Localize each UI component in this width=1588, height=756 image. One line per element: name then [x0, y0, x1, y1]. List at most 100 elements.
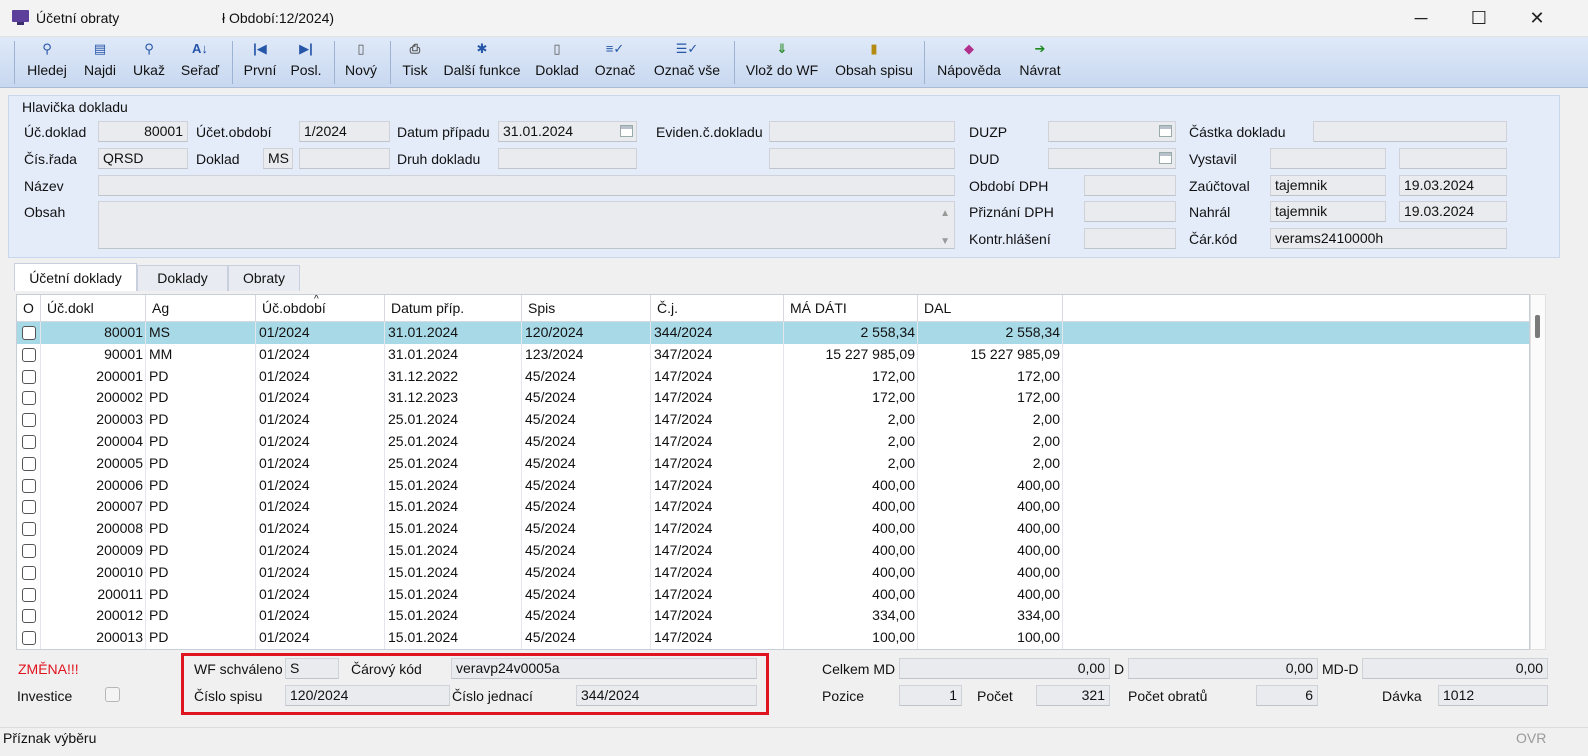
- duzp-field[interactable]: [1048, 121, 1176, 142]
- column-header-ma-dati[interactable]: MÁ DÁTI: [784, 295, 918, 322]
- print-button[interactable]: ⎙ Tisk: [396, 37, 434, 88]
- priznani-dph-field[interactable]: [1084, 201, 1176, 222]
- table-row[interactable]: 200012 PD 01/2024 15.01.2024 45/2024 147/2024…: [17, 605, 1529, 627]
- druh-field[interactable]: [498, 148, 637, 169]
- vystavil-field[interactable]: [1270, 148, 1386, 169]
- column-header-uc-dokl[interactable]: Úč.dokl: [41, 295, 146, 322]
- dud-field[interactable]: [1048, 148, 1176, 169]
- table-row[interactable]: 200001 PD 01/2024 31.12.2022 45/2024 147/2024…: [17, 366, 1529, 388]
- cis-rada-field[interactable]: QRSD: [98, 148, 188, 169]
- eviden-extra-field[interactable]: [769, 148, 955, 169]
- row-checkbox[interactable]: [22, 587, 36, 602]
- davka-field[interactable]: 1012: [1438, 685, 1548, 706]
- row-checkbox[interactable]: [22, 544, 36, 558]
- column-header-spis[interactable]: Spis: [522, 295, 651, 322]
- close-button[interactable]: ✕: [1508, 0, 1566, 37]
- column-header-uc-obdobi[interactable]: Úč.období ^: [256, 295, 385, 322]
- table-row[interactable]: 200004 PD 01/2024 25.01.2024 45/2024 147/2024…: [17, 431, 1529, 453]
- uc-doklad-field[interactable]: 80001: [98, 121, 188, 142]
- row-checkbox[interactable]: [22, 435, 36, 449]
- table-row[interactable]: 200005 PD 01/2024 25.01.2024 45/2024 147/2024…: [17, 453, 1529, 475]
- minimize-button[interactable]: ─: [1392, 0, 1450, 37]
- scroll-down-icon[interactable]: ▼: [940, 232, 950, 248]
- nazev-field[interactable]: [98, 175, 955, 196]
- help-button[interactable]: ◆ Nápověda: [932, 37, 1006, 88]
- document-button[interactable]: ▯ Doklad: [532, 37, 582, 88]
- nahral-date-field[interactable]: 19.03.2024: [1399, 201, 1507, 222]
- row-checkbox[interactable]: [22, 609, 36, 624]
- file-content-button[interactable]: ▮ Obsah spisu: [830, 37, 918, 88]
- calendar-icon[interactable]: [620, 125, 633, 137]
- castka-field[interactable]: [1313, 121, 1507, 142]
- cislo-jednaci-field[interactable]: 344/2024: [576, 685, 757, 706]
- scroll-up-icon[interactable]: ▲: [940, 204, 950, 223]
- table-row[interactable]: 200008 PD 01/2024 15.01.2024 45/2024 147/2024…: [17, 518, 1529, 540]
- tab-ucetni-doklady[interactable]: Účetní doklady: [14, 263, 137, 291]
- calendar-icon[interactable]: [1159, 152, 1172, 164]
- doklad-field[interactable]: MS: [263, 148, 293, 169]
- pocet-obratu-field[interactable]: 6: [1256, 685, 1318, 706]
- tab-doklady[interactable]: Doklady: [137, 265, 228, 291]
- table-row[interactable]: 90001 MM 01/2024 31.01.2024 123/2024 347/2024…: [17, 344, 1529, 366]
- pocet-field[interactable]: 321: [1036, 685, 1110, 706]
- d-field[interactable]: 0,00: [1128, 658, 1318, 679]
- zauctoval-field[interactable]: tajemnik: [1270, 175, 1386, 196]
- car-kod-field[interactable]: verams2410000h: [1270, 228, 1507, 249]
- cislo-spisu-field[interactable]: 120/2024: [285, 685, 450, 706]
- doklad-detail-field[interactable]: [299, 148, 390, 169]
- column-header-datum[interactable]: Datum příp.: [385, 295, 522, 322]
- zauctoval-date-field[interactable]: 19.03.2024: [1399, 175, 1507, 196]
- last-button[interactable]: ▶| Posl.: [286, 37, 326, 88]
- column-header-ag[interactable]: Ag: [146, 295, 256, 322]
- investice-checkbox[interactable]: [105, 687, 120, 702]
- table-row[interactable]: 200011 PD 01/2024 15.01.2024 45/2024 147/2024…: [17, 584, 1529, 606]
- table-row[interactable]: 200006 PD 01/2024 15.01.2024 45/2024 147/2024…: [17, 475, 1529, 497]
- first-button[interactable]: |◀ První: [238, 37, 282, 88]
- mark-all-button[interactable]: ☰✓ Označ vše: [648, 37, 726, 88]
- row-checkbox[interactable]: [22, 369, 36, 384]
- row-checkbox[interactable]: [22, 456, 36, 471]
- column-header-cj[interactable]: Č.j.: [651, 295, 784, 322]
- row-checkbox[interactable]: [22, 522, 36, 537]
- table-row[interactable]: 200010 PD 01/2024 15.01.2024 45/2024 147/2024…: [17, 562, 1529, 584]
- celkem-md-field[interactable]: 0,00: [899, 658, 1110, 679]
- table-row[interactable]: 200009 PD 01/2024 15.01.2024 45/2024 147/2024…: [17, 540, 1529, 562]
- row-checkbox[interactable]: [22, 631, 36, 646]
- nahral-field[interactable]: tajemnik: [1270, 201, 1386, 222]
- obdobi-dph-field[interactable]: [1084, 175, 1176, 196]
- return-button[interactable]: ➔ Návrat: [1014, 37, 1066, 88]
- column-header-dal[interactable]: DAL: [918, 295, 1063, 322]
- row-checkbox[interactable]: [22, 391, 36, 406]
- row-checkbox[interactable]: [22, 413, 36, 428]
- pozice-field[interactable]: 1: [899, 685, 962, 706]
- sort-button[interactable]: A↓ Seřaď: [176, 37, 224, 88]
- row-checkbox[interactable]: [22, 478, 36, 493]
- table-row[interactable]: 80001 MS 01/2024 31.01.2024 120/2024 344/2024…: [17, 322, 1529, 344]
- carovy-kod-field[interactable]: veravp24v0005a: [451, 658, 757, 679]
- table-scrollbar[interactable]: [1530, 294, 1546, 650]
- scrollbar-thumb[interactable]: [1535, 315, 1540, 338]
- md-d-field[interactable]: 0,00: [1362, 658, 1548, 679]
- more-functions-button[interactable]: ✱ Další funkce: [440, 37, 524, 88]
- show-button[interactable]: ⚲ Ukaž: [128, 37, 170, 88]
- obsah-textarea[interactable]: ▲ ▼: [98, 201, 955, 249]
- vystavil-date-field[interactable]: [1399, 148, 1507, 169]
- eviden-field[interactable]: [769, 121, 955, 142]
- row-checkbox[interactable]: [22, 347, 36, 362]
- table-row[interactable]: 200013 PD 01/2024 15.01.2024 45/2024 147/2024…: [17, 627, 1529, 649]
- table-row[interactable]: 200002 PD 01/2024 31.12.2023 45/2024 147/2024…: [17, 387, 1529, 409]
- row-checkbox[interactable]: [22, 565, 36, 580]
- find-button[interactable]: ▤ Najdi: [78, 37, 122, 88]
- tab-obraty[interactable]: Obraty: [228, 265, 300, 291]
- row-checkbox[interactable]: [22, 500, 36, 515]
- insert-wf-button[interactable]: ⇓ Vlož do WF: [740, 37, 824, 88]
- new-button[interactable]: ▯ Nový: [340, 37, 382, 88]
- ucet-obdobi-field[interactable]: 1/2024: [299, 121, 390, 142]
- wf-field[interactable]: S: [285, 658, 339, 679]
- kontr-field[interactable]: [1084, 228, 1176, 249]
- datum-pripadu-field[interactable]: 31.01.2024: [498, 121, 637, 142]
- maximize-button[interactable]: ☐: [1450, 0, 1508, 37]
- row-checkbox[interactable]: [22, 326, 36, 340]
- calendar-icon[interactable]: [1159, 125, 1172, 137]
- column-header-o[interactable]: O: [17, 295, 41, 322]
